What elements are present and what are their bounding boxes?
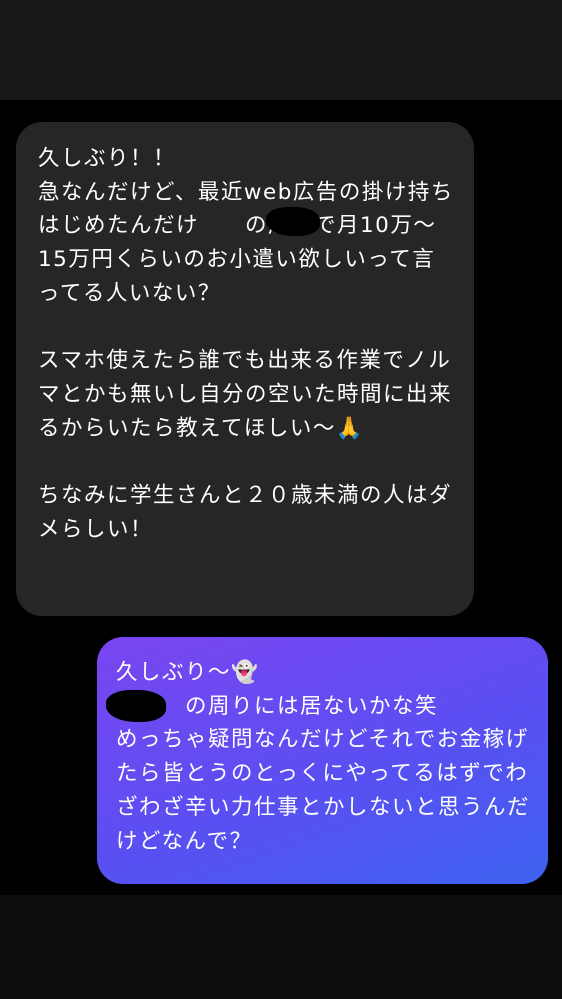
outgoing-message-bubble[interactable]: 久しぶり〜👻 の周りには居ないかな笑 めっちゃ疑問なんだけどそれでお金稼げたら皆… bbox=[97, 637, 548, 884]
redaction-mark bbox=[266, 207, 320, 236]
bottom-bar bbox=[0, 895, 562, 999]
incoming-message-bubble[interactable]: 久しぶり！！ 急なんだけど、最近web広告の掛け持ちはじめたんだけ の周りで月1… bbox=[16, 122, 474, 616]
redaction-mark bbox=[106, 690, 166, 722]
top-bar bbox=[0, 0, 562, 100]
